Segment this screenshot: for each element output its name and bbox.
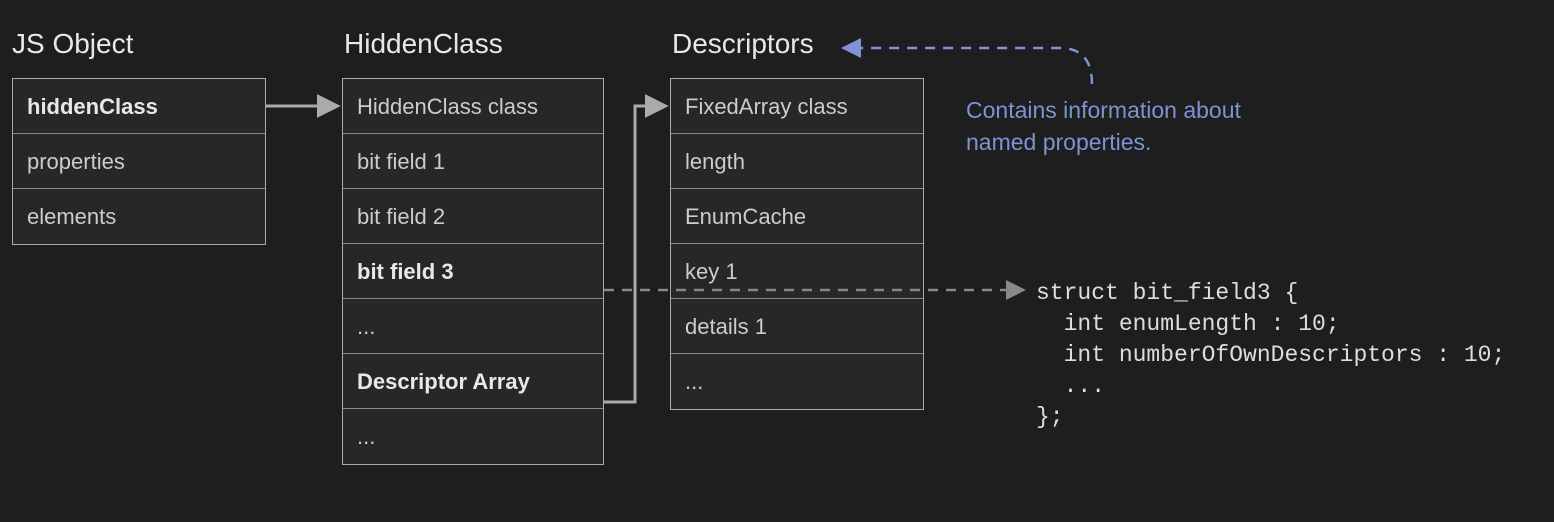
- jsobject-box: hiddenClass properties elements: [12, 78, 266, 245]
- code-line5: };: [1036, 404, 1064, 430]
- annotation-line1: Contains information about: [966, 97, 1241, 123]
- hiddenclass-box: HiddenClass class bit field 1 bit field …: [342, 78, 604, 465]
- heading-descriptors: Descriptors: [672, 28, 814, 60]
- cell-properties: properties: [13, 134, 265, 189]
- annotation-line2: named properties.: [966, 129, 1151, 155]
- cell-ellipsis1: ...: [343, 299, 603, 354]
- cell-bitfield1: bit field 1: [343, 134, 603, 189]
- code-line4: ...: [1036, 373, 1105, 399]
- cell-fixedarray-class: FixedArray class: [671, 79, 923, 134]
- cell-elements: elements: [13, 189, 265, 244]
- cell-ellipsis: ...: [671, 354, 923, 409]
- cell-bitfield3: bit field 3: [343, 244, 603, 299]
- annotation-text: Contains information about named propert…: [966, 94, 1241, 158]
- code-line3: int numberOfOwnDescriptors : 10;: [1036, 342, 1505, 368]
- cell-ellipsis2: ...: [343, 409, 603, 464]
- heading-hiddenclass: HiddenClass: [344, 28, 503, 60]
- cell-details1: details 1: [671, 299, 923, 354]
- cell-hiddenclass-class: HiddenClass class: [343, 79, 603, 134]
- cell-bitfield2: bit field 2: [343, 189, 603, 244]
- struct-code: struct bit_field3 { int enumLength : 10;…: [1036, 278, 1505, 433]
- heading-jsobject: JS Object: [12, 28, 133, 60]
- cell-key1: key 1: [671, 244, 923, 299]
- descriptors-box: FixedArray class length EnumCache key 1 …: [670, 78, 924, 410]
- cell-descriptorarray: Descriptor Array: [343, 354, 603, 409]
- code-line2: int enumLength : 10;: [1036, 311, 1340, 337]
- cell-hiddenclass: hiddenClass: [13, 79, 265, 134]
- cell-enumcache: EnumCache: [671, 189, 923, 244]
- cell-length: length: [671, 134, 923, 189]
- code-line1: struct bit_field3 {: [1036, 280, 1298, 306]
- arrow-descriptorarray-to-descriptors: [604, 106, 664, 402]
